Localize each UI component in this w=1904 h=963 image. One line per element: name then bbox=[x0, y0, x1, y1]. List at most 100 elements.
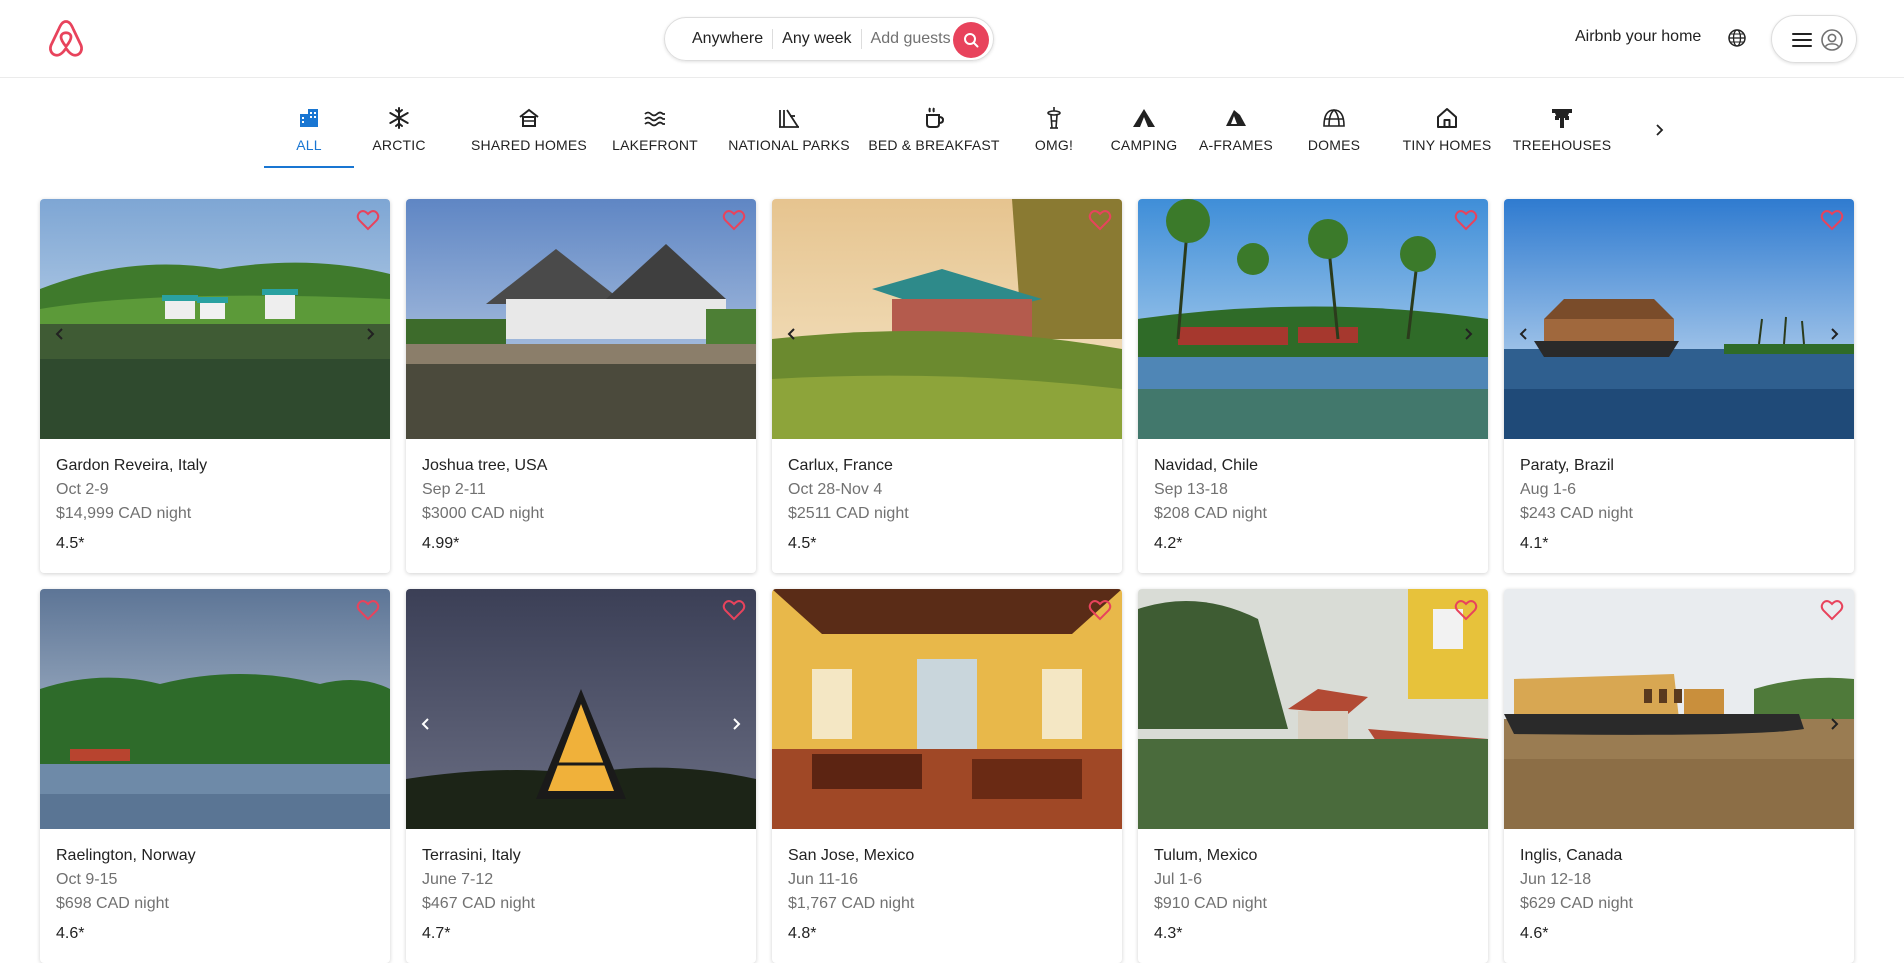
category-domes[interactable]: DOMES bbox=[1294, 92, 1374, 168]
category-label: OMG! bbox=[1034, 137, 1074, 153]
chevron-right-icon[interactable] bbox=[1827, 717, 1841, 731]
chevron-right-icon[interactable] bbox=[363, 327, 377, 341]
search-where[interactable]: Anywhere bbox=[665, 29, 772, 49]
listing-rating: 4.6* bbox=[1520, 925, 1549, 942]
resort-photo bbox=[406, 199, 756, 439]
shared-home-icon bbox=[519, 108, 539, 127]
category-bed-breakfast[interactable]: BED & BREAKFAST bbox=[864, 92, 1004, 168]
heart-icon[interactable] bbox=[1454, 599, 1478, 621]
listing-info: Carlux, France Oct 28-Nov 4 $2511 CAD ni… bbox=[788, 456, 909, 554]
chevron-right-icon[interactable] bbox=[729, 717, 743, 731]
listing-card[interactable]: Joshua tree, USA Sep 2-11 $3000 CAD nigh… bbox=[406, 199, 756, 573]
listing-dates: Oct 9-15 bbox=[56, 871, 118, 888]
listing-rating: 4.3* bbox=[1154, 925, 1183, 942]
listing-photo[interactable] bbox=[772, 589, 1122, 829]
listing-price: $243 CAD night bbox=[1520, 505, 1633, 522]
listing-photo[interactable] bbox=[1504, 589, 1854, 829]
palm-lagoon-photo bbox=[1138, 199, 1488, 439]
listing-photo[interactable] bbox=[1504, 199, 1854, 439]
airbnb-logo-icon[interactable] bbox=[46, 19, 86, 59]
coffee-cup-icon bbox=[926, 107, 945, 128]
listing-place: Inglis, Canada bbox=[1520, 847, 1623, 864]
listing-rating: 4.7* bbox=[422, 925, 451, 942]
listing-info: Joshua tree, USA Sep 2-11 $3000 CAD nigh… bbox=[422, 456, 547, 554]
listing-place: Paraty, Brazil bbox=[1520, 457, 1614, 474]
listing-photo[interactable] bbox=[772, 199, 1122, 439]
listing-photo[interactable] bbox=[1138, 589, 1488, 829]
category-tiny-homes[interactable]: TINY HOMES bbox=[1392, 92, 1502, 168]
search-button[interactable] bbox=[953, 22, 989, 58]
category-label: NATIONAL PARKS bbox=[728, 137, 850, 153]
snowflake-icon bbox=[389, 107, 409, 129]
heart-icon[interactable] bbox=[1454, 209, 1478, 231]
search-bar[interactable]: Anywhere Any week Add guests bbox=[664, 17, 994, 61]
listing-card[interactable]: Tulum, Mexico Jul 1-6 $910 CAD night 4.3… bbox=[1138, 589, 1488, 963]
category-label: CAMPING bbox=[1110, 137, 1178, 153]
search-icon bbox=[964, 33, 979, 48]
listing-place: Raelington, Norway bbox=[56, 847, 196, 864]
category-lakefront[interactable]: LAKEFRONT bbox=[600, 92, 710, 168]
chevron-right-icon[interactable] bbox=[1650, 120, 1670, 140]
host-link[interactable]: Airbnb your home bbox=[1575, 28, 1701, 46]
heart-icon[interactable] bbox=[1088, 599, 1112, 621]
tropical-shore-photo bbox=[40, 589, 390, 829]
category-label: TREEHOUSES bbox=[1512, 137, 1612, 153]
category-label: ARCTIC bbox=[372, 137, 426, 153]
chevron-right-icon[interactable] bbox=[1827, 327, 1841, 341]
listing-photo[interactable] bbox=[40, 199, 390, 439]
listing-card[interactable]: Carlux, France Oct 28-Nov 4 $2511 CAD ni… bbox=[772, 199, 1122, 573]
listing-card[interactable]: Navidad, Chile Sep 13-18 $208 CAD night … bbox=[1138, 199, 1488, 573]
listing-place: Joshua tree, USA bbox=[422, 457, 548, 474]
listing-dates: Jun 12-18 bbox=[1520, 871, 1592, 888]
listing-price: $910 CAD night bbox=[1154, 895, 1267, 912]
listing-card[interactable]: Paraty, Brazil Aug 1-6 $243 CAD night 4.… bbox=[1504, 199, 1854, 573]
category-shared-homes[interactable]: SHARED HOMES bbox=[454, 92, 604, 168]
chevron-left-icon[interactable] bbox=[1517, 327, 1531, 341]
category-camping[interactable]: CAMPING bbox=[1104, 92, 1184, 168]
listing-rating: 4.8* bbox=[788, 925, 817, 942]
top-header: Anywhere Any week Add guests Airbnb your… bbox=[0, 0, 1904, 78]
heart-icon[interactable] bbox=[1820, 599, 1844, 621]
listing-card[interactable]: Terrasini, Italy June 7-12 $467 CAD nigh… bbox=[406, 589, 756, 963]
category-arctic[interactable]: ARCTIC bbox=[364, 92, 434, 168]
globe-icon[interactable] bbox=[1727, 28, 1747, 48]
user-menu-button[interactable] bbox=[1771, 15, 1857, 63]
listing-info: Raelington, Norway Oct 9-15 $698 CAD nig… bbox=[56, 846, 196, 944]
listing-card[interactable]: Inglis, Canada Jun 12-18 $629 CAD night … bbox=[1504, 589, 1854, 963]
category-label: TINY HOMES bbox=[1402, 137, 1492, 153]
listing-photo[interactable] bbox=[406, 589, 756, 829]
heart-icon[interactable] bbox=[1820, 209, 1844, 231]
listing-rating: 4.2* bbox=[1154, 535, 1183, 552]
category-treehouses[interactable]: TREEHOUSES bbox=[1512, 92, 1612, 168]
listing-dates: Jul 1-6 bbox=[1154, 871, 1203, 888]
category-omg[interactable]: OMG! bbox=[1014, 92, 1094, 168]
search-when[interactable]: Any week bbox=[773, 29, 860, 49]
listing-rating: 4.5* bbox=[788, 535, 817, 552]
listing-photo[interactable] bbox=[40, 589, 390, 829]
category-a-frames[interactable]: A-FRAMES bbox=[1196, 92, 1276, 168]
chevron-left-icon[interactable] bbox=[785, 327, 799, 341]
listing-card[interactable]: San Jose, Mexico Jun 11-16 $1,767 CAD ni… bbox=[772, 589, 1122, 963]
listing-price: $1,767 CAD night bbox=[788, 895, 915, 912]
heart-icon[interactable] bbox=[356, 209, 380, 231]
listing-price: $467 CAD night bbox=[422, 895, 535, 912]
listing-card[interactable]: Gardon Reveira, Italy Oct 2-9 $14,999 CA… bbox=[40, 199, 390, 573]
chevron-right-icon[interactable] bbox=[1461, 327, 1475, 341]
chevron-left-icon[interactable] bbox=[419, 717, 433, 731]
category-label: BED & BREAKFAST bbox=[868, 137, 1000, 153]
listing-price: $14,999 CAD night bbox=[56, 505, 192, 522]
search-who[interactable]: Add guests bbox=[862, 29, 960, 49]
chevron-left-icon[interactable] bbox=[53, 327, 67, 341]
listing-card[interactable]: Raelington, Norway Oct 9-15 $698 CAD nig… bbox=[40, 589, 390, 963]
category-national-parks[interactable]: NATIONAL PARKS bbox=[714, 92, 864, 168]
listing-price: $698 CAD night bbox=[56, 895, 169, 912]
heart-icon[interactable] bbox=[722, 599, 746, 621]
heart-icon[interactable] bbox=[722, 209, 746, 231]
category-label: LAKEFRONT bbox=[612, 137, 698, 153]
listing-photo[interactable] bbox=[406, 199, 756, 439]
heart-icon[interactable] bbox=[356, 599, 380, 621]
listing-info: Tulum, Mexico Jul 1-6 $910 CAD night 4.3… bbox=[1154, 846, 1267, 944]
category-all[interactable]: ALL bbox=[264, 92, 354, 168]
listing-photo[interactable] bbox=[1138, 199, 1488, 439]
heart-icon[interactable] bbox=[1088, 209, 1112, 231]
